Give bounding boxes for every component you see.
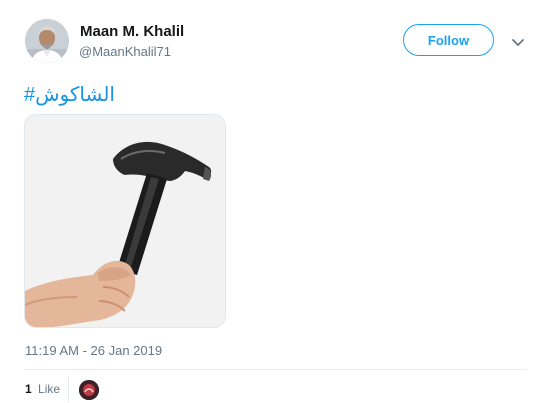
vertical-divider [68,376,69,402]
likes-count[interactable]: 1 Like [25,382,60,396]
liker-avatar[interactable] [79,380,99,400]
hashtag-link[interactable]: #الشاكوش [24,82,115,107]
likes-number: 1 [25,382,32,396]
chevron-down-icon[interactable] [510,36,526,48]
author-handle[interactable]: @MaanKhalil71 [79,44,171,59]
profile-photo-icon [25,19,69,63]
follow-button[interactable]: Follow [403,24,494,56]
liker-profile-icon [79,380,99,400]
author-avatar[interactable] [25,19,69,63]
tweet-media-photo[interactable] [24,114,226,328]
hammer-in-hand-icon [25,115,225,327]
author-display-name[interactable]: Maan M. Khalil [80,23,184,40]
divider [24,369,527,370]
tweet-timestamp[interactable]: 11:19 AM - 26 Jan 2019 [25,343,162,358]
likes-label: Like [38,382,61,396]
